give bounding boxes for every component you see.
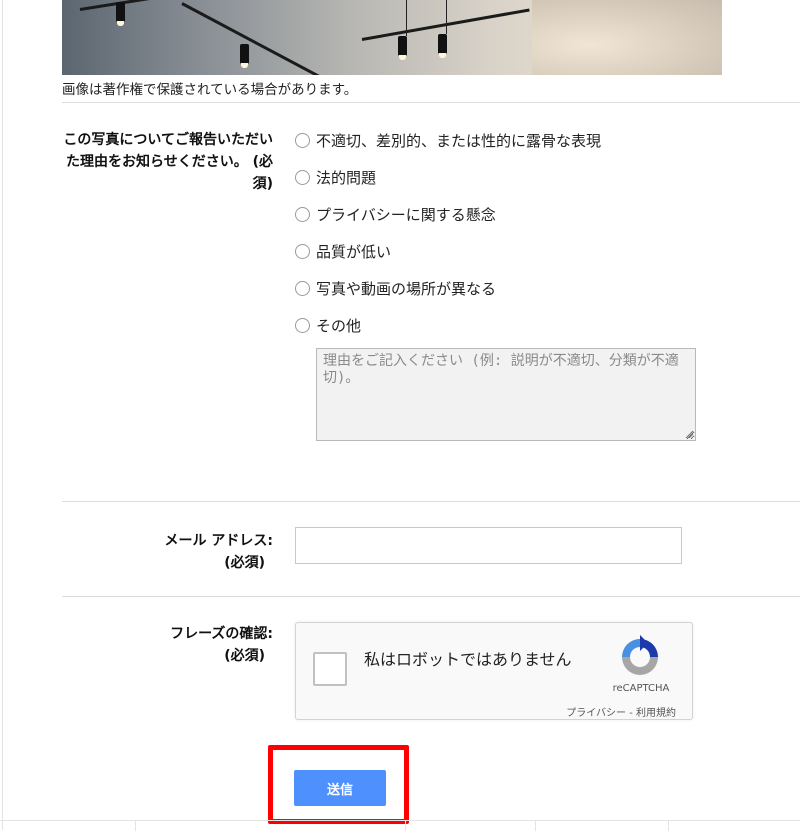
copyright-caption: 画像は著作権で保護されている場合があります。 (62, 82, 358, 98)
privacy-link[interactable]: プライバシー (566, 708, 626, 719)
submit-button[interactable]: 送信 (294, 770, 386, 806)
required-marker: (必須) (224, 648, 265, 664)
radio-label: 不適切、差別的、または性的に露骨な表現 (316, 131, 602, 150)
radio-privacy-concern[interactable]: プライバシーに関する懸念 (295, 204, 496, 224)
divider (62, 501, 800, 502)
required-marker: (必須) (252, 154, 273, 192)
report-reason-label: この写真についてご報告いただいた理由をお知らせください。 (必須) (53, 129, 273, 195)
email-label: メール アドレス: (必須) (53, 530, 273, 574)
divider (62, 596, 800, 597)
required-marker: (必須) (224, 555, 265, 571)
radio-label: 品質が低い (316, 242, 392, 261)
radio-inappropriate[interactable]: 不適切、差別的、または性的に露骨な表現 (295, 130, 601, 150)
radio-label: 法的問題 (316, 168, 377, 187)
radio-button[interactable] (295, 169, 310, 185)
email-label-text: メール アドレス: (164, 533, 273, 549)
email-field[interactable] (295, 527, 682, 564)
left-border (2, 0, 3, 830)
radio-other[interactable]: その他 (295, 315, 361, 335)
radio-label: 写真や動画の場所が異なる (316, 279, 497, 298)
bottom-grid (0, 820, 800, 831)
captcha-label: フレーズの確認: (必須) (53, 623, 273, 667)
radio-button[interactable] (295, 243, 310, 259)
reason-textarea[interactable] (316, 348, 696, 441)
recaptcha-logo-icon (622, 635, 658, 675)
recaptcha-text: 私はロボットではありません (364, 650, 572, 669)
radio-button[interactable] (295, 206, 310, 222)
reported-photo (62, 0, 722, 75)
divider (62, 102, 800, 103)
radio-wrong-location[interactable]: 写真や動画の場所が異なる (295, 278, 496, 298)
radio-button[interactable] (295, 317, 310, 333)
captcha-label-text: フレーズの確認: (170, 626, 273, 642)
recaptcha-checkbox[interactable] (313, 652, 347, 686)
resize-grip-icon[interactable] (684, 429, 694, 439)
link-separator: - (626, 708, 636, 719)
recaptcha-links: プライバシー - 利用規約 (566, 704, 676, 719)
radio-label: プライバシーに関する懸念 (316, 205, 496, 224)
recaptcha-widget: 私はロボットではありません reCAPTCHA プライバシー - 利用規約 (295, 622, 693, 720)
report-reason-question: この写真についてご報告いただいた理由をお知らせください。 (63, 132, 273, 170)
terms-link[interactable]: 利用規約 (636, 708, 676, 719)
radio-legal-issue[interactable]: 法的問題 (295, 167, 376, 187)
radio-button[interactable] (295, 280, 310, 296)
radio-button[interactable] (295, 132, 310, 148)
radio-low-quality[interactable]: 品質が低い (295, 241, 391, 261)
recaptcha-brand: reCAPTCHA (612, 683, 670, 694)
radio-label: その他 (316, 316, 362, 335)
